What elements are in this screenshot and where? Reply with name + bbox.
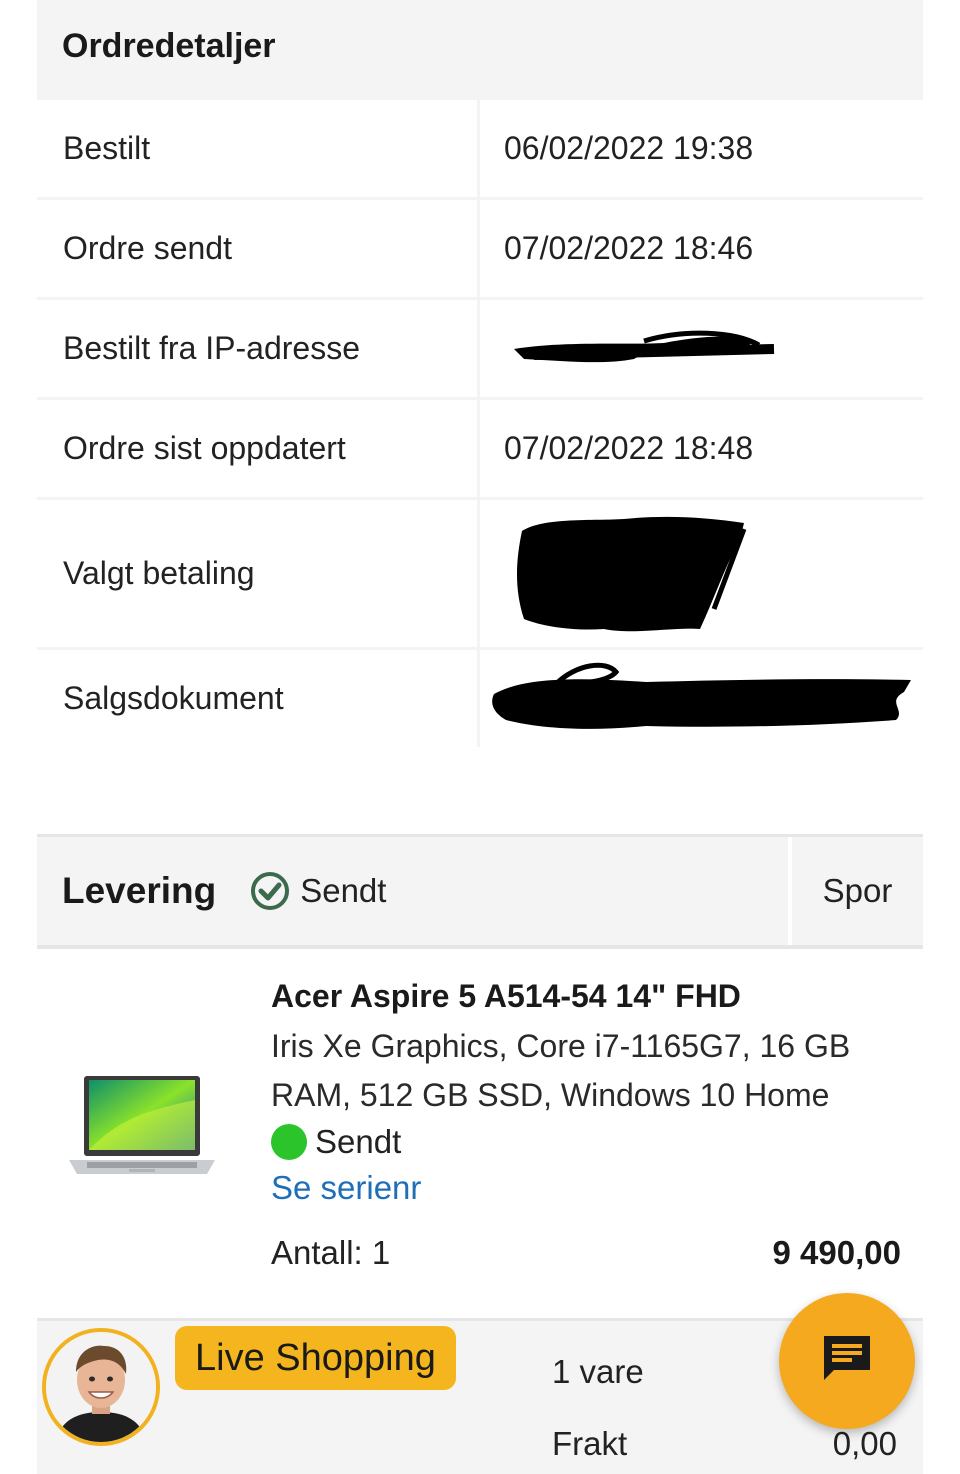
delivery-status: Sendt xyxy=(300,872,387,909)
laptop-image[interactable] xyxy=(67,1070,217,1180)
detail-value-redacted xyxy=(480,650,923,747)
check-circle-icon xyxy=(250,871,290,911)
product-name[interactable]: Acer Aspire 5 A514-54 14" FHD xyxy=(271,976,901,1016)
detail-label: Ordre sendt xyxy=(37,200,477,297)
detail-row-sent: Ordre sendt 07/02/2022 18:46 xyxy=(37,197,923,297)
quantity: Antall: 1 xyxy=(271,1234,391,1271)
detail-value-redacted xyxy=(480,500,923,647)
detail-value: 06/02/2022 19:38 xyxy=(480,100,923,197)
detail-row-ip-address: Bestilt fra IP-adresse xyxy=(37,297,923,397)
live-shopping-avatar[interactable] xyxy=(42,1328,160,1446)
track-button[interactable]: Spor xyxy=(792,837,923,945)
order-details-title: Ordredetaljer xyxy=(62,27,276,65)
redaction-scribble xyxy=(517,516,747,631)
product-description: Iris Xe Graphics, Core i7-1165G7, 16 GB … xyxy=(271,1028,851,1113)
summary-shipping-label: Frakt xyxy=(552,1425,628,1462)
detail-label: Ordre sist oppdatert xyxy=(37,400,477,497)
product-info: Acer Aspire 5 A514-54 14" FHD Iris Xe Gr… xyxy=(271,976,901,1207)
detail-row-payment: Valgt betaling xyxy=(37,497,923,647)
live-shopping-button[interactable]: Live Shopping xyxy=(175,1326,456,1390)
detail-row-updated: Ordre sist oppdatert 07/02/2022 18:48 xyxy=(37,397,923,497)
order-details-panel: Ordredetaljer Bestilt 06/02/2022 19:38 O… xyxy=(37,0,923,747)
summary-items-label: 1 vare xyxy=(552,1353,644,1390)
redaction-scribble xyxy=(492,662,911,729)
detail-row-sales-document: Salgsdokument xyxy=(37,647,923,747)
detail-value: 07/02/2022 18:48 xyxy=(480,400,923,497)
delivery-title: Levering xyxy=(62,870,217,911)
detail-label: Salgsdokument xyxy=(37,650,477,747)
detail-value-redacted xyxy=(480,300,923,397)
detail-label: Valgt betaling xyxy=(37,500,477,647)
quantity-price-row: Antall: 1 9 490,00 xyxy=(271,1234,901,1272)
serial-number-link[interactable]: Se serienr xyxy=(271,1169,421,1207)
chat-button[interactable] xyxy=(779,1293,915,1429)
delivery-status-area: Levering Sendt xyxy=(37,837,792,945)
summary-shipping-value: 0,00 xyxy=(832,1425,897,1462)
summary-shipping-row: Frakt 0,00 xyxy=(552,1425,897,1463)
redaction-scribble xyxy=(514,330,775,362)
product-item: Acer Aspire 5 A514-54 14" FHD Iris Xe Gr… xyxy=(37,952,923,1316)
detail-value: 07/02/2022 18:46 xyxy=(480,200,923,297)
detail-label: Bestilt fra IP-adresse xyxy=(37,300,477,397)
price: 9 490,00 xyxy=(772,1234,901,1271)
delivery-header: Levering Sendt Spor xyxy=(37,834,923,949)
product-status-label: Sendt xyxy=(315,1123,402,1160)
detail-label: Bestilt xyxy=(37,100,477,197)
chat-icon xyxy=(818,1330,876,1393)
status-dot-icon xyxy=(271,1124,307,1160)
product-status: Sendt xyxy=(271,1123,901,1161)
detail-row-ordered: Bestilt 06/02/2022 19:38 xyxy=(37,97,923,197)
